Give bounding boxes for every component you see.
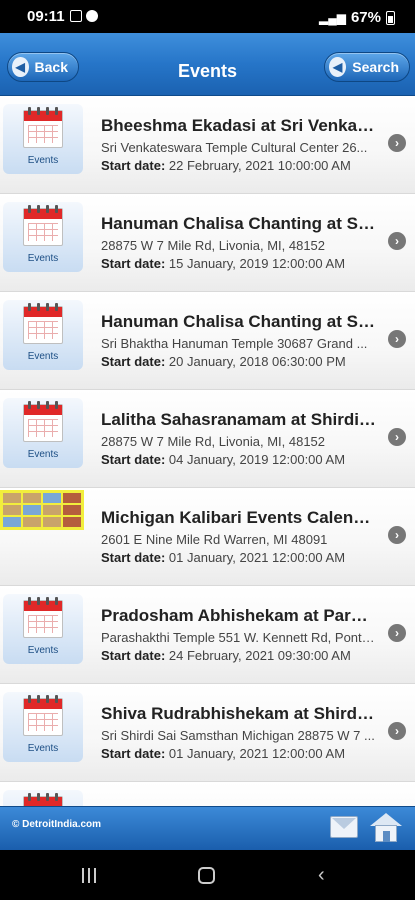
start-date-value: 15 January, 2019 12:00:00 AM bbox=[168, 256, 346, 271]
event-title: Pradosham Abhishekam at Parashakthi bbox=[101, 606, 376, 625]
calendar-thumbnail: Events bbox=[3, 594, 83, 664]
status-right: ▂▄▆ 67% bbox=[319, 9, 395, 26]
event-address: Sri Bhaktha Hanuman Temple 30687 Grand .… bbox=[101, 336, 368, 351]
battery-icon bbox=[386, 10, 395, 25]
calendar-thumbnail: Events bbox=[3, 202, 83, 272]
search-arrow-icon: ◀ bbox=[329, 57, 347, 77]
thumb-label: Events bbox=[27, 645, 59, 656]
chevron-right-icon[interactable]: › bbox=[388, 526, 406, 544]
chevron-right-icon[interactable]: › bbox=[388, 722, 406, 740]
event-row[interactable] bbox=[0, 782, 415, 806]
start-date-label: Start date: bbox=[101, 256, 166, 271]
event-start-date: Start date: 04 January, 2019 12:00:00 AM bbox=[101, 452, 381, 467]
start-date-value: 20 January, 2018 06:30:00 PM bbox=[168, 354, 346, 369]
thumb-label: Events bbox=[27, 743, 59, 754]
search-button[interactable]: ◀ Search bbox=[324, 52, 410, 82]
start-date-label: Start date: bbox=[101, 550, 166, 565]
recent-apps-icon[interactable] bbox=[82, 868, 96, 883]
thumb-label: Events bbox=[27, 449, 59, 460]
event-title: Shiva Rudrabhishekam at Shirdi Sai bbox=[101, 704, 376, 723]
calendar-icon bbox=[23, 793, 63, 806]
home-icon[interactable] bbox=[370, 813, 402, 843]
event-start-date: Start date: 22 February, 2021 10:00:00 A… bbox=[101, 158, 381, 173]
start-date-label: Start date: bbox=[101, 354, 166, 369]
back-nav-icon[interactable]: ‹ bbox=[318, 864, 325, 887]
signal-icon: ▂▄▆ bbox=[319, 10, 346, 25]
start-date-label: Start date: bbox=[101, 158, 166, 173]
calendar-icon bbox=[23, 695, 63, 736]
thumb-label: Events bbox=[27, 253, 59, 264]
calendar-thumbnail: Events bbox=[3, 398, 83, 468]
start-date-value: 24 February, 2021 09:30:00 AM bbox=[168, 648, 351, 663]
search-label: Search bbox=[352, 59, 399, 75]
mail-icon[interactable] bbox=[330, 816, 358, 838]
facebook-notification-icon bbox=[86, 10, 98, 22]
event-title: Hanuman Chalisa Chanting at Shirdi Sai bbox=[101, 214, 376, 233]
chevron-right-icon[interactable]: › bbox=[388, 232, 406, 250]
calendar-icon bbox=[23, 107, 63, 148]
start-date-value: 01 January, 2021 12:00:00 AM bbox=[168, 550, 346, 565]
event-address: 28875 W 7 Mile Rd, Livonia, MI, 48152 bbox=[101, 238, 326, 253]
status-bar: 09:11 ▂▄▆ 67% bbox=[0, 0, 415, 33]
event-row[interactable]: Events Pradosham Abhishekam at Parashakt… bbox=[0, 586, 415, 684]
calendar-thumbnail bbox=[3, 790, 83, 806]
event-start-date: Start date: 24 February, 2021 09:30:00 A… bbox=[101, 648, 381, 663]
chevron-right-icon[interactable]: › bbox=[388, 428, 406, 446]
events-list: Events Bheeshma Ekadasi at Sri Venkatesw… bbox=[0, 96, 415, 806]
app-footer: © DetroitIndia.com bbox=[0, 806, 415, 850]
event-row[interactable]: Events Bheeshma Ekadasi at Sri Venkatesw… bbox=[0, 96, 415, 194]
event-title: Bheeshma Ekadasi at Sri Venkateswara Tem… bbox=[101, 116, 376, 135]
event-title: Lalitha Sahasranamam at Shirdi Sai bbox=[101, 410, 376, 429]
calendar-icon bbox=[23, 401, 63, 442]
event-address: 28875 W 7 Mile Rd, Livonia, MI, 48152 bbox=[101, 434, 326, 449]
start-date-label: Start date: bbox=[101, 746, 166, 761]
gallery-notification-icon bbox=[70, 10, 82, 22]
event-row[interactable]: Events Shiva Rudrabhishekam at Shirdi Sa… bbox=[0, 684, 415, 782]
event-address: Parashakthi Temple 551 W. Kennett Rd, Po… bbox=[101, 630, 376, 645]
event-start-date: Start date: 20 January, 2018 06:30:00 PM bbox=[101, 354, 381, 369]
start-date-label: Start date: bbox=[101, 648, 166, 663]
app-header: ◀ Back Events ◀ Search bbox=[0, 33, 415, 96]
kalibari-image-thumbnail bbox=[0, 490, 84, 530]
calendar-thumbnail: Events bbox=[3, 104, 83, 174]
event-row[interactable]: Events Hanuman Chalisa Chanting at Sri B… bbox=[0, 292, 415, 390]
thumb-label: Events bbox=[27, 155, 59, 166]
start-date-value: 22 February, 2021 10:00:00 AM bbox=[168, 158, 351, 173]
copyright-text: © DetroitIndia.com bbox=[12, 819, 102, 830]
event-row[interactable]: Events Hanuman Chalisa Chanting at Shird… bbox=[0, 194, 415, 292]
event-address: Sri Shirdi Sai Samsthan Michigan 28875 W… bbox=[101, 728, 375, 743]
event-row[interactable]: Michigan Kalibari Events Calendar 2601 E… bbox=[0, 488, 415, 586]
calendar-thumbnail: Events bbox=[3, 300, 83, 370]
system-nav-bar: ‹ bbox=[0, 850, 415, 900]
event-start-date: Start date: 01 January, 2021 12:00:00 AM bbox=[101, 550, 381, 565]
start-date-value: 04 January, 2019 12:00:00 AM bbox=[168, 452, 346, 467]
event-start-date: Start date: 01 January, 2021 12:00:00 AM bbox=[101, 746, 381, 761]
chevron-right-icon[interactable]: › bbox=[388, 134, 406, 152]
calendar-icon bbox=[23, 303, 63, 344]
calendar-icon bbox=[23, 205, 63, 246]
status-time: 09:11 bbox=[27, 8, 65, 25]
calendar-icon bbox=[23, 597, 63, 638]
start-date-value: 01 January, 2021 12:00:00 AM bbox=[168, 746, 346, 761]
event-address: 2601 E Nine Mile Rd Warren, MI 48091 bbox=[101, 532, 328, 547]
start-date-label: Start date: bbox=[101, 452, 166, 467]
event-start-date: Start date: 15 January, 2019 12:00:00 AM bbox=[101, 256, 381, 271]
event-address: Sri Venkateswara Temple Cultural Center … bbox=[101, 140, 368, 155]
thumb-label: Events bbox=[27, 351, 59, 362]
battery-percent: 67% bbox=[350, 9, 381, 26]
notification-icons bbox=[70, 10, 98, 22]
chevron-right-icon[interactable]: › bbox=[388, 624, 406, 642]
chevron-right-icon[interactable]: › bbox=[388, 330, 406, 348]
event-title: Michigan Kalibari Events Calendar bbox=[101, 508, 376, 527]
event-row[interactable]: Events Lalitha Sahasranamam at Shirdi Sa… bbox=[0, 390, 415, 488]
calendar-thumbnail: Events bbox=[3, 692, 83, 762]
event-title: Hanuman Chalisa Chanting at Sri Bhaktha bbox=[101, 312, 376, 331]
home-nav-icon[interactable] bbox=[198, 867, 215, 884]
